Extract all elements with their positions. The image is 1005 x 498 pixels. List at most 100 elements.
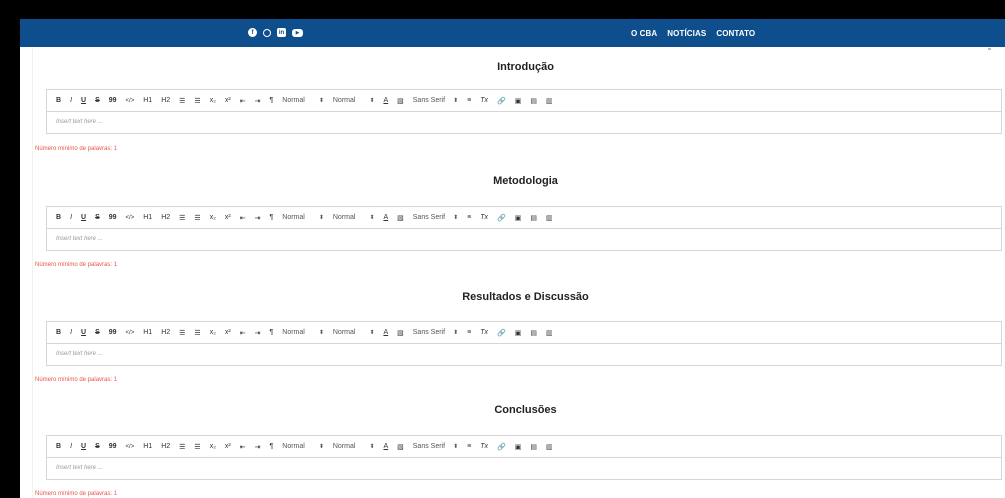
align-select[interactable]: ≡ — [467, 443, 471, 450]
editor-input[interactable]: Insert text here ... — [47, 229, 1001, 250]
clear-format-button[interactable]: Tx — [480, 214, 488, 221]
formula-button[interactable]: ▥ — [546, 97, 553, 105]
background-color-button[interactable]: ▧ — [397, 443, 404, 451]
size-select[interactable]: Normal ⬍ — [282, 97, 324, 104]
blockquote-button[interactable]: 99 — [109, 329, 117, 336]
h1-button[interactable]: H1 — [143, 214, 152, 221]
ordered-list-button[interactable]: ☰ — [179, 329, 185, 337]
video-button[interactable]: ▤ — [530, 443, 537, 451]
underline-button[interactable]: U — [81, 97, 86, 104]
h1-button[interactable]: H1 — [143, 97, 152, 104]
text-direction-button[interactable]: ¶ — [270, 97, 274, 104]
bold-button[interactable]: B — [56, 443, 61, 450]
editor-input[interactable]: Insert text here ... — [47, 344, 1001, 365]
strike-button[interactable]: S — [95, 443, 100, 450]
code-block-button[interactable]: </> — [126, 215, 135, 221]
code-block-button[interactable]: </> — [126, 98, 135, 104]
superscript-button[interactable]: x² — [225, 214, 231, 221]
size-select[interactable]: Normal ⬍ — [282, 214, 324, 221]
subscript-button[interactable]: x₂ — [210, 443, 216, 450]
h1-button[interactable]: H1 — [143, 329, 152, 336]
outdent-button[interactable]: ⇥ — [255, 214, 261, 222]
font-color-button[interactable]: A — [383, 214, 388, 221]
bullet-list-button[interactable]: ☰ — [194, 214, 200, 222]
superscript-button[interactable]: x² — [225, 329, 231, 336]
h2-button[interactable]: H2 — [161, 97, 170, 104]
font-select[interactable]: Sans Serif ⬍ — [413, 443, 458, 450]
video-button[interactable]: ▤ — [530, 214, 537, 222]
bullet-list-button[interactable]: ☰ — [194, 97, 200, 105]
ordered-list-button[interactable]: ☰ — [179, 443, 185, 451]
clear-format-button[interactable]: Tx — [480, 443, 488, 450]
strike-button[interactable]: S — [95, 329, 100, 336]
background-color-button[interactable]: ▧ — [397, 214, 404, 222]
font-select[interactable]: Sans Serif ⬍ — [413, 97, 458, 104]
blockquote-button[interactable]: 99 — [109, 97, 117, 104]
font-color-button[interactable]: A — [383, 329, 388, 336]
ordered-list-button[interactable]: ☰ — [179, 97, 185, 105]
bold-button[interactable]: B — [56, 214, 61, 221]
formula-button[interactable]: ▥ — [546, 443, 553, 451]
outdent-button[interactable]: ⇥ — [255, 97, 261, 105]
bullet-list-button[interactable]: ☰ — [194, 329, 200, 337]
align-select[interactable]: ≡ — [467, 214, 471, 221]
strike-button[interactable]: S — [95, 214, 100, 221]
ordered-list-button[interactable]: ☰ — [179, 214, 185, 222]
text-direction-button[interactable]: ¶ — [270, 443, 274, 450]
font-select[interactable]: Sans Serif ⬍ — [413, 214, 458, 221]
indent-button[interactable]: ⇤ — [240, 97, 246, 105]
italic-button[interactable]: I — [70, 214, 72, 221]
image-button[interactable]: ▣ — [515, 214, 522, 222]
superscript-button[interactable]: x² — [225, 443, 231, 450]
outdent-button[interactable]: ⇥ — [255, 443, 261, 451]
editor-input[interactable]: Insert text here ... — [47, 112, 1001, 133]
text-direction-button[interactable]: ¶ — [270, 214, 274, 221]
bold-button[interactable]: B — [56, 329, 61, 336]
youtube-icon[interactable]: ▶ — [292, 29, 303, 37]
nav-link-o-cba[interactable]: O CBA — [631, 29, 657, 38]
code-block-button[interactable]: </> — [126, 444, 135, 450]
background-color-button[interactable]: ▧ — [397, 97, 404, 105]
size-select[interactable]: Normal ⬍ — [282, 329, 324, 336]
text-direction-button[interactable]: ¶ — [270, 329, 274, 336]
formula-button[interactable]: ▥ — [546, 329, 553, 337]
image-button[interactable]: ▣ — [515, 443, 522, 451]
link-button[interactable]: 🔗 — [497, 97, 506, 105]
italic-button[interactable]: I — [70, 329, 72, 336]
header-select[interactable]: Normal ⬍ — [333, 214, 375, 221]
nav-link-contato[interactable]: CONTATO — [716, 29, 755, 38]
indent-button[interactable]: ⇤ — [240, 443, 246, 451]
blockquote-button[interactable]: 99 — [109, 443, 117, 450]
header-select[interactable]: Normal ⬍ — [333, 329, 375, 336]
instagram-icon[interactable] — [263, 28, 271, 37]
clear-format-button[interactable]: Tx — [480, 97, 488, 104]
indent-button[interactable]: ⇤ — [240, 214, 246, 222]
underline-button[interactable]: U — [81, 214, 86, 221]
subscript-button[interactable]: x₂ — [210, 214, 216, 221]
font-color-button[interactable]: A — [383, 97, 388, 104]
h2-button[interactable]: H2 — [161, 329, 170, 336]
image-button[interactable]: ▣ — [515, 97, 522, 105]
video-button[interactable]: ▤ — [530, 329, 537, 337]
subscript-button[interactable]: x₂ — [210, 329, 216, 336]
video-button[interactable]: ▤ — [530, 97, 537, 105]
code-block-button[interactable]: </> — [126, 330, 135, 336]
nav-link-noticias[interactable]: NOTÍCIAS — [667, 29, 706, 38]
link-button[interactable]: 🔗 — [497, 214, 506, 222]
linkedin-icon[interactable]: in — [277, 28, 286, 37]
background-color-button[interactable]: ▧ — [397, 329, 404, 337]
image-button[interactable]: ▣ — [515, 329, 522, 337]
editor-input[interactable]: Insert text here ... — [47, 458, 1001, 479]
link-button[interactable]: 🔗 — [497, 329, 506, 337]
header-select[interactable]: Normal ⬍ — [333, 443, 375, 450]
formula-button[interactable]: ▥ — [546, 214, 553, 222]
align-select[interactable]: ≡ — [467, 97, 471, 104]
h2-button[interactable]: H2 — [161, 443, 170, 450]
subscript-button[interactable]: x₂ — [210, 97, 216, 104]
align-select[interactable]: ≡ — [467, 329, 471, 336]
bullet-list-button[interactable]: ☰ — [194, 443, 200, 451]
strike-button[interactable]: S — [95, 97, 100, 104]
indent-button[interactable]: ⇤ — [240, 329, 246, 337]
italic-button[interactable]: I — [70, 97, 72, 104]
outdent-button[interactable]: ⇥ — [255, 329, 261, 337]
